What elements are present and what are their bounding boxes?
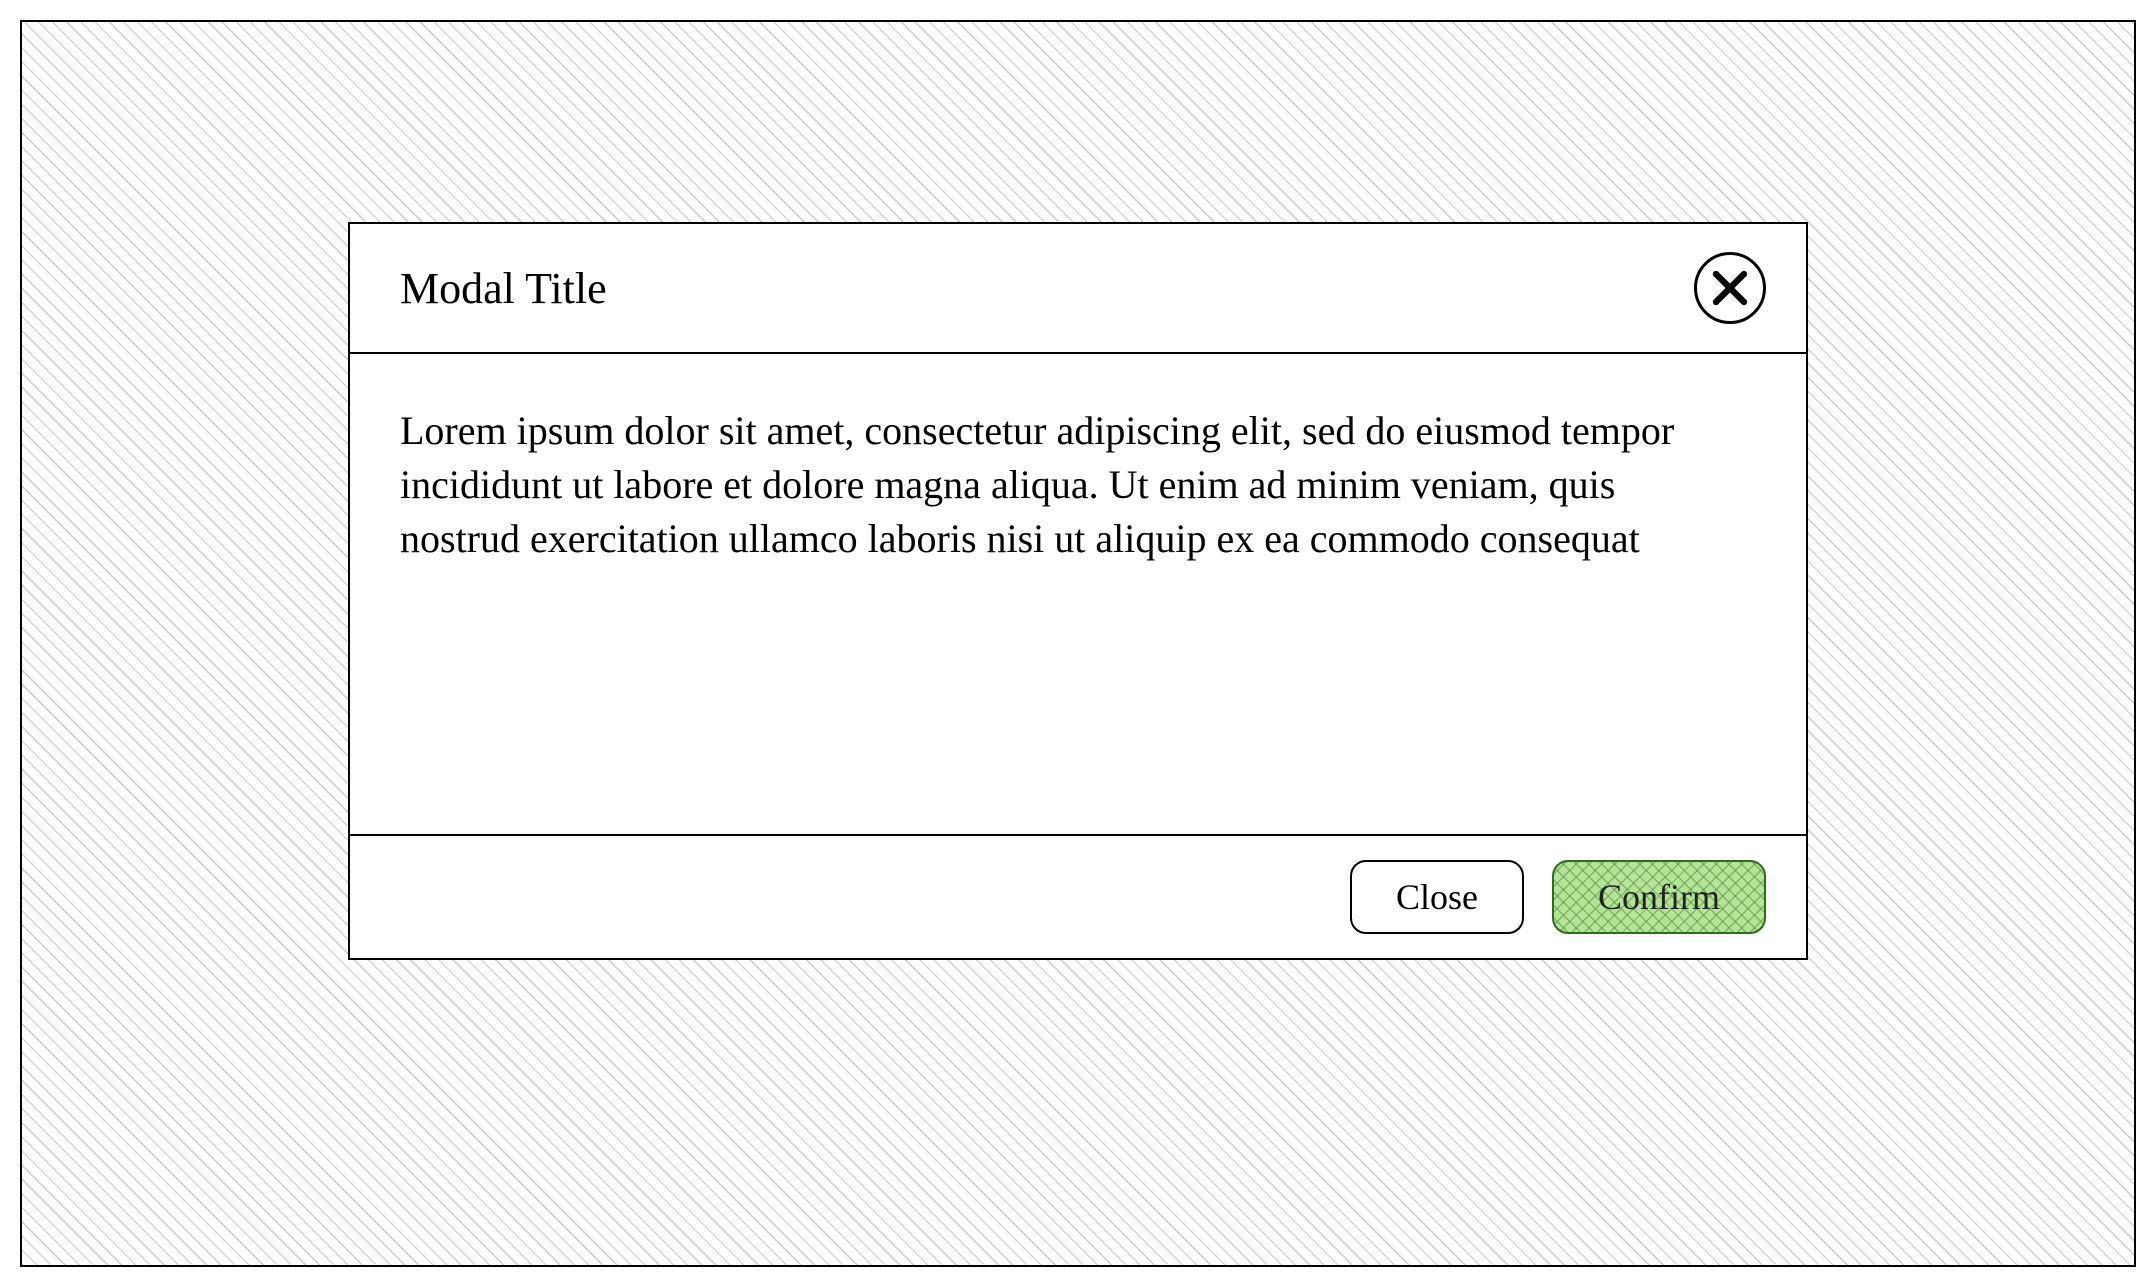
modal-header: Modal Title bbox=[350, 224, 1806, 354]
modal-body: Lorem ipsum dolor sit amet, consectetur … bbox=[350, 354, 1806, 834]
modal-title: Modal Title bbox=[400, 263, 607, 314]
confirm-button[interactable]: Confirm bbox=[1552, 860, 1766, 934]
close-icon bbox=[1709, 267, 1751, 309]
modal-dialog: Modal Title Lorem ipsum dolor sit amet, … bbox=[348, 222, 1808, 960]
wireframe-canvas: Modal Title Lorem ipsum dolor sit amet, … bbox=[20, 20, 2136, 1267]
close-button[interactable]: Close bbox=[1350, 860, 1524, 934]
modal-body-text: Lorem ipsum dolor sit amet, consectetur … bbox=[400, 404, 1720, 566]
modal-close-button[interactable] bbox=[1694, 252, 1766, 324]
modal-footer: Close Confirm bbox=[350, 834, 1806, 958]
